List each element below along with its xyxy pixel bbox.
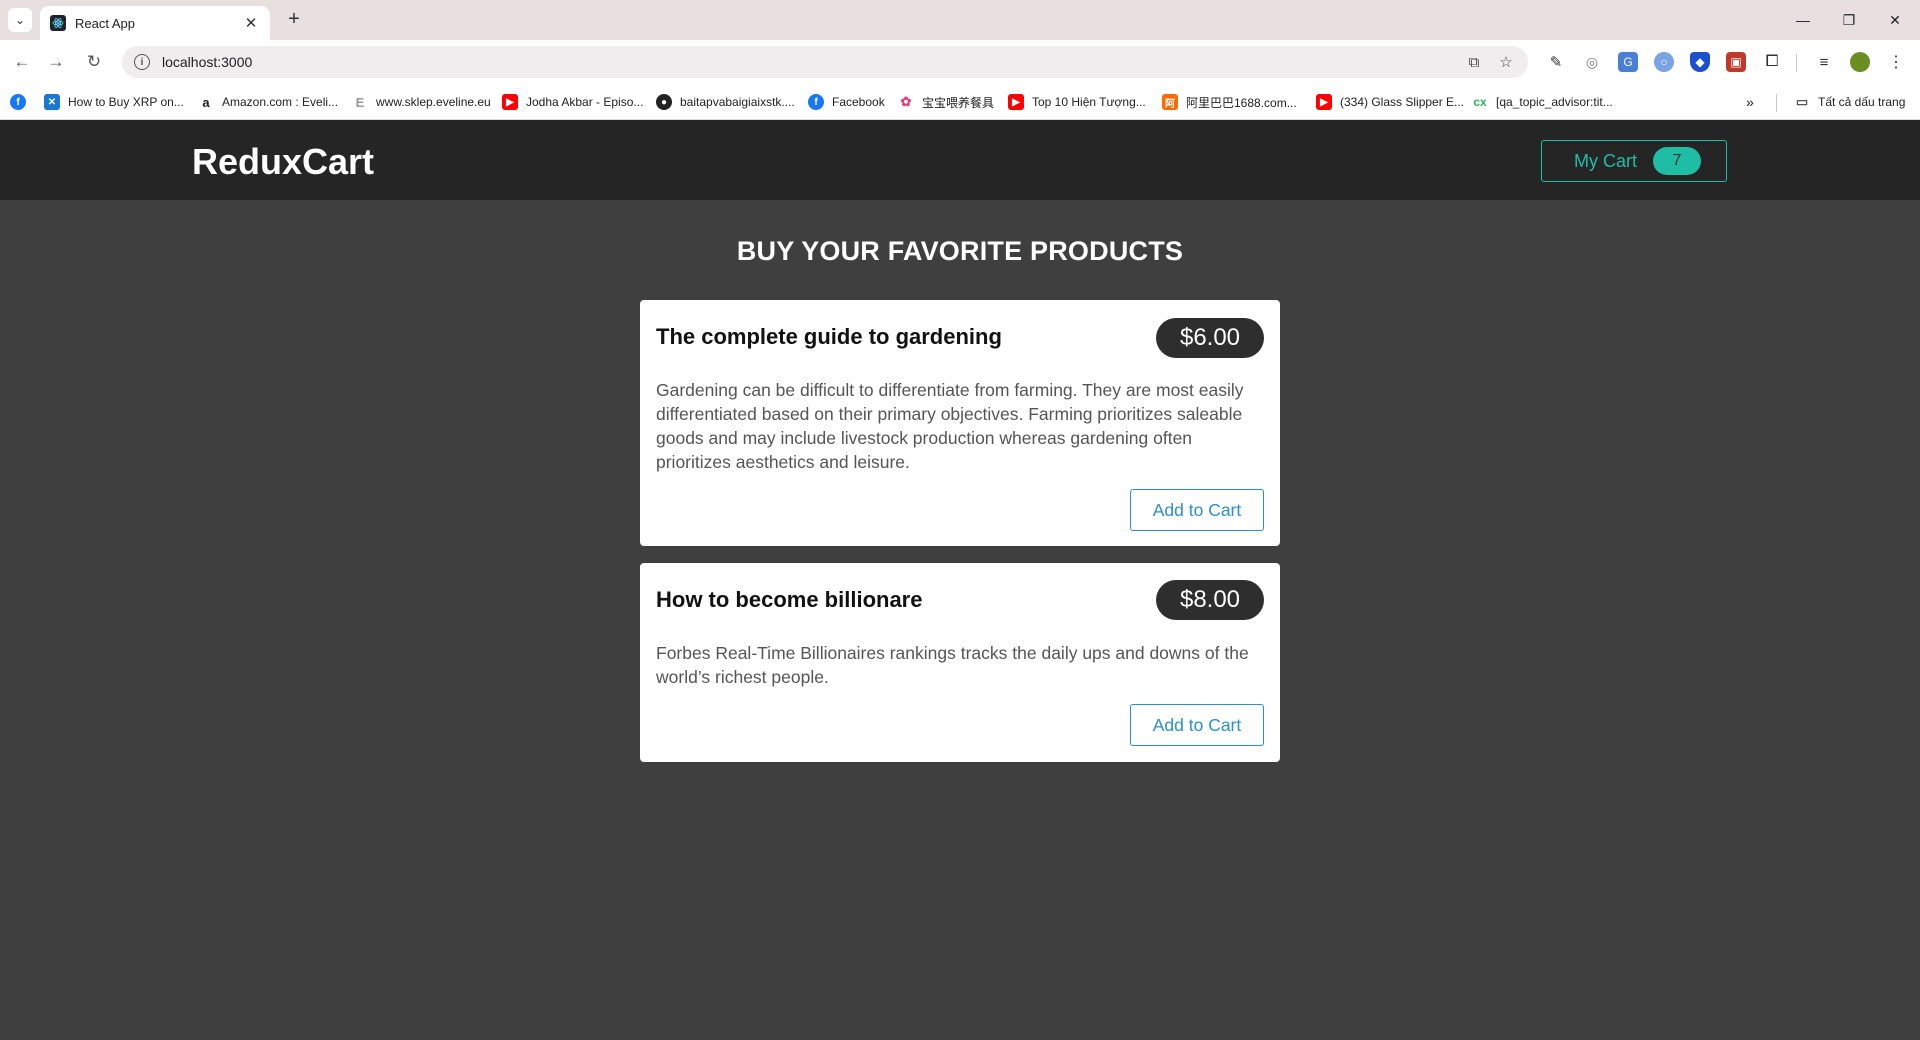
price-badge: $8.00 [1156,580,1264,620]
youtube-icon: ▶ [1316,94,1332,110]
browser-tab[interactable]: React App ✕ [40,6,270,40]
product-description: Gardening can be difficult to differenti… [656,380,1244,472]
restore-icon[interactable]: ❐ [1826,6,1872,34]
youtube-icon: ▶ [502,94,518,110]
all-bookmarks-folder[interactable]: ▭ Tất cả dấu trang [1794,92,1905,112]
bookmark-item[interactable]: ● baitapvabaigiaixstk.... [656,92,795,112]
add-to-cart-button[interactable]: Add to Cart [1130,704,1264,746]
bookmark-item[interactable]: 阿 阿里巴巴1688.com... [1162,92,1297,112]
cart-label: My Cart [1574,150,1637,171]
install-app-icon[interactable]: ⧉ [1464,52,1484,72]
bookmark-label: 宝宝喂养餐具 [922,95,995,110]
bookmark-item[interactable]: ▶ Top 10 Hiện Tượng... [1008,92,1146,112]
shield-extension-icon[interactable]: ◆ [1690,52,1710,72]
red-extension-icon[interactable]: ▣ [1726,52,1746,72]
minimize-icon[interactable]: — [1780,6,1826,34]
avatar[interactable] [1850,52,1870,72]
price-badge: $6.00 [1156,318,1264,358]
product-description: Forbes Real-Time Billionaires rankings t… [656,643,1249,687]
cart-count-badge: 7 [1653,147,1701,175]
compass-extension-icon[interactable]: ◎ [1582,52,1602,72]
folder-icon: ▭ [1794,94,1810,110]
tab-list-chevron-icon[interactable]: ⌄ [8,8,32,32]
product-title: The complete guide to gardening [656,324,1002,349]
bookmark-label: (334) Glass Slipper E... [1340,95,1465,109]
bookmark-label: www.sklep.eveline.eu [376,95,491,109]
app-navbar: ReduxCart My Cart 7 [0,120,1920,200]
bookmark-item[interactable]: E www.sklep.eveline.eu [352,92,491,112]
new-tab-plus-icon[interactable]: + [282,8,306,32]
translate-extension-icon[interactable]: G [1618,52,1638,72]
reload-icon[interactable]: ↻ [82,50,106,74]
bookmark-item[interactable]: f Facebook [808,92,885,112]
bookmark-label: 阿里巴巴1688.com... [1186,95,1297,110]
bookmark-label: Top 10 Hiện Tượng... [1032,95,1146,109]
puzzle-extensions-icon[interactable]: ⧠ [1762,52,1782,72]
cx-icon: cx [1472,94,1488,110]
alibaba-icon: 阿 [1162,94,1178,110]
forward-arrow-icon[interactable]: → [44,50,68,74]
my-cart-button[interactable]: My Cart 7 [1541,140,1727,182]
product-card: How to become billionare $8.00 Forbes Re… [640,563,1280,762]
xrp-icon: ✕ [44,94,60,110]
globe-icon: ● [656,94,672,110]
bookmark-item[interactable]: a Amazon.com : Eveli... [198,92,338,112]
bookmark-item[interactable]: ✿ 宝宝喂养餐具 [898,92,994,112]
lens-extension-icon[interactable]: ○ [1654,52,1674,72]
bookmarks-divider [1776,94,1777,112]
close-icon[interactable]: ✕ [242,14,260,32]
product-title: How to become billionare [656,587,923,612]
facebook-icon: f [808,94,824,110]
bookmark-label: Facebook [832,95,885,109]
brand-logo[interactable]: ReduxCart [192,141,374,183]
more-bookmarks-chevron-icon[interactable]: » [1746,92,1754,112]
address-url[interactable]: localhost:3000 [162,54,1464,70]
bookmark-label: How to Buy XRP on... [68,95,184,109]
bookmark-label: baitapvabaigiaixstk.... [680,95,795,109]
toolbar-divider [1796,54,1797,72]
product-card: The complete guide to gardening $6.00 Ga… [640,300,1280,546]
reading-list-icon[interactable]: ≡ [1814,52,1834,72]
bookmark-label: [qa_topic_advisor:tit... [1496,95,1613,109]
bookmark-label: Amazon.com : Eveli... [222,95,339,109]
amazon-icon: a [198,94,214,110]
facebook-icon: f [10,94,26,110]
window-close-icon[interactable]: ✕ [1872,6,1918,34]
pen-extension-icon[interactable]: ✎ [1546,52,1566,72]
bookmark-star-icon[interactable]: ☆ [1496,52,1516,72]
flower-icon: ✿ [898,94,914,110]
react-icon [50,15,66,31]
bookmark-item[interactable]: ▶ (334) Glass Slipper E... [1316,92,1464,112]
bookmark-item[interactable]: ✕ How to Buy XRP on... [44,92,184,112]
back-arrow-icon[interactable]: ← [10,50,34,74]
youtube-icon: ▶ [1008,94,1024,110]
site-info-icon[interactable]: i [134,54,150,70]
address-bar[interactable]: i localhost:3000 ⧉ ☆ [122,46,1528,78]
tab-title: React App [75,15,135,31]
bookmarks-bar: f ✕ How to Buy XRP on... a Amazon.com : … [0,84,1920,120]
browser-tabstrip: ⌄ React App ✕ + — ❐ ✕ [0,0,1920,40]
browser-toolbar: ← → ↻ i localhost:3000 ⧉ ☆ ✎ ◎ G ○ ◆ ▣ ⧠… [0,40,1920,84]
more-menu-icon[interactable]: ⋮ [1886,52,1906,72]
bookmark-facebook-icon-only[interactable]: f [10,92,34,112]
add-to-cart-button[interactable]: Add to Cart [1130,489,1264,531]
page-title: BUY YOUR FAVORITE PRODUCTS [736,236,1184,266]
bookmark-label: Jodha Akbar - Episo... [526,95,644,109]
bookmark-item[interactable]: ▶ Jodha Akbar - Episo... [502,92,643,112]
eveline-icon: E [352,94,368,110]
bookmark-label: Tất cả dấu trang [1818,95,1906,109]
bookmark-item[interactable]: cx [qa_topic_advisor:tit... [1472,92,1613,112]
